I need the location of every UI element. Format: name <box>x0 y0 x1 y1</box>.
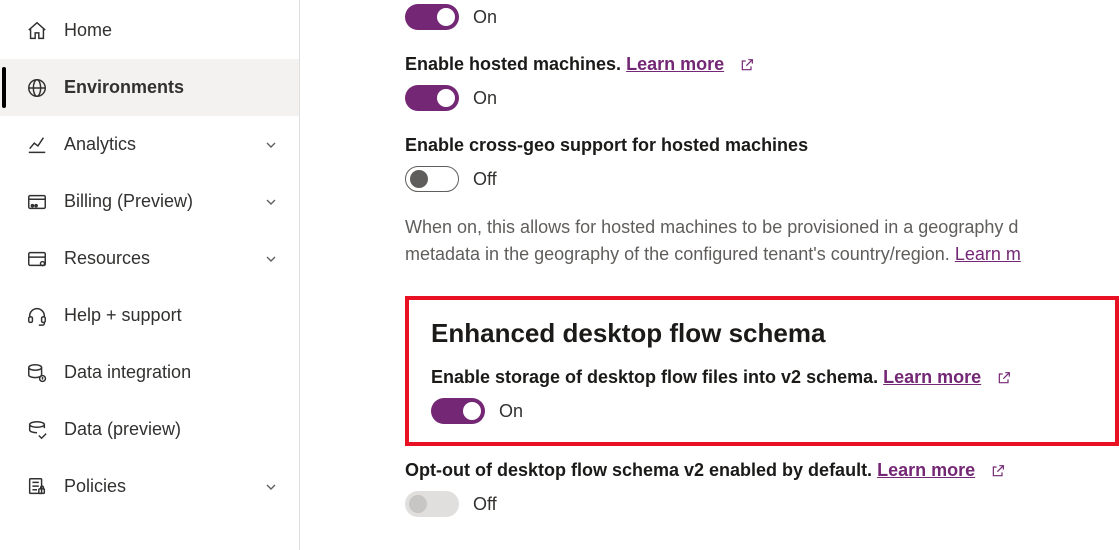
chevron-down-icon <box>263 194 279 210</box>
toggle-hosted-machines[interactable] <box>405 85 459 111</box>
section-enhanced-schema: Enhanced desktop flow schema Enable stor… <box>405 296 1119 446</box>
data-integration-icon <box>26 362 48 384</box>
globe-icon <box>26 77 48 99</box>
sidebar-item-help[interactable]: Help + support <box>0 287 299 344</box>
toggle-optout-v2 <box>405 491 459 517</box>
sidebar-item-label: Help + support <box>64 305 279 326</box>
toggle-state-label: Off <box>473 169 497 190</box>
external-link-icon <box>996 370 1012 386</box>
toggle-cross-geo[interactable] <box>405 166 459 192</box>
sidebar-item-label: Home <box>64 20 279 41</box>
sidebar-item-label: Billing (Preview) <box>64 191 263 212</box>
sidebar: Home Environments Analytics Billing (Pre… <box>0 0 300 550</box>
setting-description: When on, this allows for hosted machines… <box>405 214 1119 268</box>
learn-more-link[interactable]: Learn more <box>883 367 981 387</box>
section-heading: Enhanced desktop flow schema <box>431 318 1091 349</box>
external-link-icon <box>739 57 755 73</box>
sidebar-item-resources[interactable]: Resources <box>0 230 299 287</box>
main-content: On Enable hosted machines. Learn more On… <box>300 0 1119 550</box>
sidebar-item-label: Policies <box>64 476 263 497</box>
sidebar-item-label: Data (preview) <box>64 419 279 440</box>
toggle-state-label: On <box>473 88 497 109</box>
sidebar-item-analytics[interactable]: Analytics <box>0 116 299 173</box>
sidebar-item-environments[interactable]: Environments <box>0 59 299 116</box>
chevron-down-icon <box>263 479 279 495</box>
sidebar-item-data-preview[interactable]: Data (preview) <box>0 401 299 458</box>
setting-cross-geo: Enable cross-geo support for hosted mach… <box>405 135 1119 268</box>
toggle-state-label: On <box>473 7 497 28</box>
toggle-state-label: On <box>499 401 523 422</box>
setting-title-text: Opt-out of desktop flow schema v2 enable… <box>405 460 872 480</box>
sidebar-item-label: Data integration <box>64 362 279 383</box>
policies-icon <box>26 476 48 498</box>
learn-more-link[interactable]: Learn m <box>955 244 1021 264</box>
setting-optout-v2: Opt-out of desktop flow schema v2 enable… <box>405 460 1119 517</box>
toggle-state-label: Off <box>473 494 497 515</box>
analytics-icon <box>26 134 48 156</box>
headset-icon <box>26 305 48 327</box>
setting-title-text: Enable cross-geo support for hosted mach… <box>405 135 1119 156</box>
setting-top-partial: On <box>405 4 1119 30</box>
sidebar-item-label: Analytics <box>64 134 263 155</box>
sidebar-item-label: Environments <box>64 77 279 98</box>
toggle-v2-schema[interactable] <box>431 398 485 424</box>
sidebar-item-label: Resources <box>64 248 263 269</box>
learn-more-link[interactable]: Learn more <box>626 54 724 74</box>
billing-icon <box>26 191 48 213</box>
sidebar-item-billing[interactable]: Billing (Preview) <box>0 173 299 230</box>
setting-title-text: Enable hosted machines. <box>405 54 621 74</box>
sidebar-item-home[interactable]: Home <box>0 2 299 59</box>
learn-more-link[interactable]: Learn more <box>877 460 975 480</box>
sidebar-item-policies[interactable]: Policies <box>0 458 299 515</box>
setting-title-text: Enable storage of desktop flow files int… <box>431 367 878 387</box>
home-icon <box>26 20 48 42</box>
resources-icon <box>26 248 48 270</box>
setting-hosted-machines: Enable hosted machines. Learn more On <box>405 54 1119 111</box>
chevron-down-icon <box>263 137 279 153</box>
toggle-top[interactable] <box>405 4 459 30</box>
external-link-icon <box>990 463 1006 479</box>
data-preview-icon <box>26 419 48 441</box>
chevron-down-icon <box>263 251 279 267</box>
sidebar-item-data-integration[interactable]: Data integration <box>0 344 299 401</box>
